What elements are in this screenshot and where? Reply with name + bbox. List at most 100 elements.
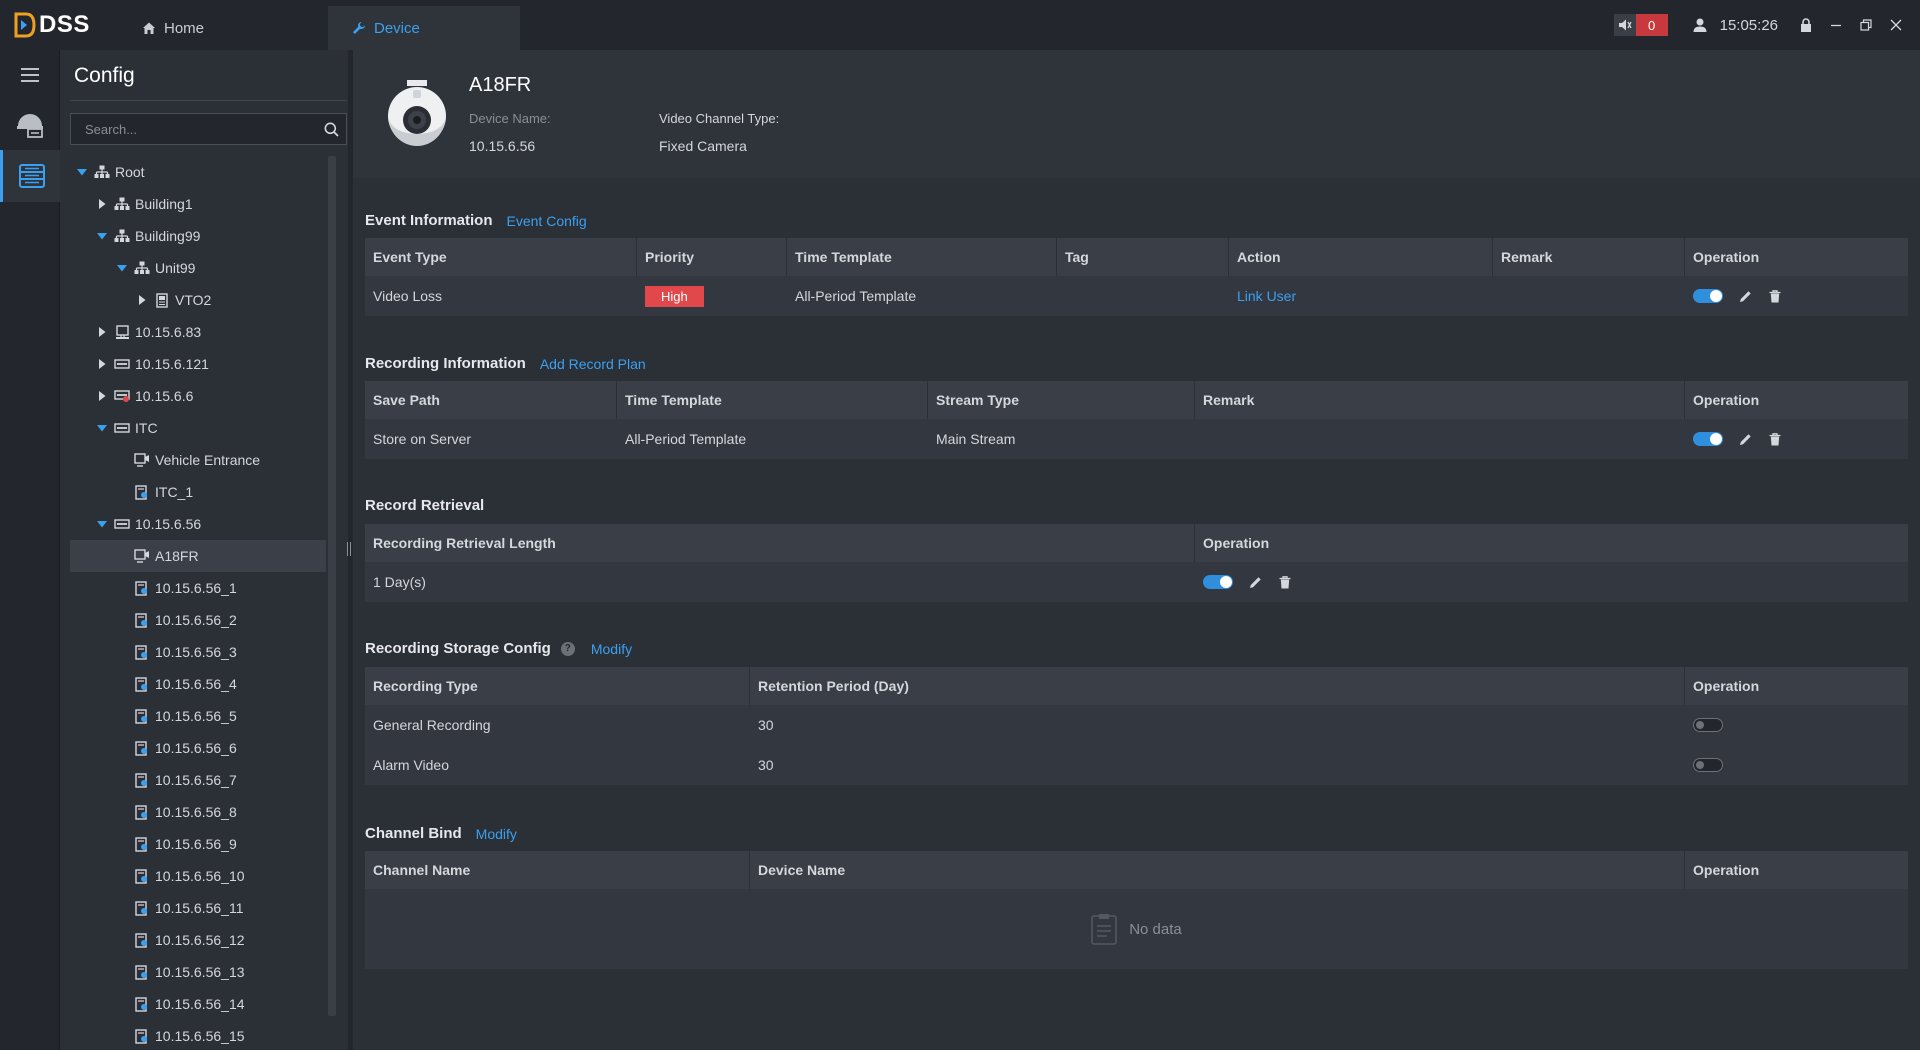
tree-node[interactable]: VTO2 (70, 284, 326, 316)
device-manager-icon[interactable] (0, 100, 60, 150)
tree-node-label: Building99 (135, 228, 201, 244)
collapse-arrow-icon[interactable] (96, 199, 108, 209)
tree-node[interactable]: 10.15.6.56_5 (70, 700, 326, 732)
restore-icon[interactable] (1852, 11, 1880, 39)
tree-node[interactable]: Unit99 (70, 252, 326, 284)
tree-node[interactable]: ITC_1 (70, 476, 326, 508)
enable-toggle[interactable] (1693, 718, 1723, 732)
enable-toggle[interactable] (1693, 289, 1723, 303)
tree-node[interactable]: 10.15.6.83 (70, 316, 326, 348)
delete-icon[interactable] (1767, 431, 1783, 447)
expand-arrow-icon[interactable] (116, 264, 128, 272)
alarm-indicator[interactable]: 0 (1613, 14, 1668, 36)
expand-arrow-icon[interactable] (76, 168, 88, 176)
tree-node[interactable]: 10.15.6.56_14 (70, 988, 326, 1020)
channel-icon (134, 484, 150, 500)
table-body: Video Loss High All-Period Template Link… (365, 276, 1908, 316)
channel-type-value: Fixed Camera (659, 138, 747, 154)
dss-logo-icon (14, 12, 36, 38)
operation-cell (1685, 419, 1908, 459)
tree-node[interactable]: 10.15.6.56_13 (70, 956, 326, 988)
tree-node[interactable]: 10.15.6.6 (70, 380, 326, 412)
config-nav-icon[interactable] (0, 150, 60, 202)
expand-arrow-icon[interactable] (96, 232, 108, 240)
user-icon[interactable] (1692, 17, 1708, 33)
expand-arrow-icon[interactable] (96, 424, 108, 432)
retrieval-length-cell: 1 Day(s) (373, 574, 426, 590)
table-header: Event Type Priority Time Template Tag Ac… (365, 238, 1908, 276)
collapse-arrow-icon[interactable] (96, 327, 108, 337)
logo-text: DSS (39, 11, 90, 38)
org-icon (114, 197, 130, 211)
speaker-mute-icon[interactable] (1613, 14, 1636, 36)
edit-icon[interactable] (1737, 288, 1753, 304)
table-body: Store on Server All-Period Template Main… (365, 419, 1908, 459)
link-user-link[interactable]: Link User (1237, 288, 1296, 304)
recording-type-cell: General Recording (373, 717, 491, 733)
empty-state: No data (365, 889, 1908, 969)
tree-node[interactable]: 10.15.6.56_1 (70, 572, 326, 604)
tree-node[interactable]: 10.15.6.56_9 (70, 828, 326, 860)
tab-device[interactable]: Device (328, 6, 520, 50)
add-record-plan-link[interactable]: Add Record Plan (540, 356, 646, 372)
delete-icon[interactable] (1767, 288, 1783, 304)
enable-toggle[interactable] (1693, 432, 1723, 446)
edit-icon[interactable] (1737, 431, 1753, 447)
tree-node-label: A18FR (155, 548, 199, 564)
tree-node[interactable]: 10.15.6.121 (70, 348, 326, 380)
channel-icon (134, 804, 150, 820)
tree-node[interactable]: Vehicle Entrance (70, 444, 326, 476)
col-remark: Remark (1493, 238, 1685, 276)
tree-node[interactable]: 10.15.6.56_6 (70, 732, 326, 764)
priority-cell: High (637, 276, 787, 316)
enable-toggle[interactable] (1203, 575, 1233, 589)
tab-home[interactable]: Home (118, 6, 318, 50)
tree-node[interactable]: 10.15.6.56_15 (70, 1020, 326, 1050)
menu-icon[interactable] (0, 50, 60, 100)
table-header: Channel Name Device Name Operation (365, 851, 1908, 889)
tree-scrollbar[interactable] (328, 156, 336, 1016)
delete-icon[interactable] (1277, 574, 1293, 590)
collapse-arrow-icon[interactable] (136, 295, 148, 305)
tree-node[interactable]: 10.15.6.56 (70, 508, 326, 540)
wrench-icon (352, 21, 366, 35)
help-icon[interactable]: ? (560, 641, 575, 656)
channel-bind-modify-link[interactable]: Modify (476, 826, 517, 842)
expand-arrow-icon[interactable] (96, 520, 108, 528)
channel-type-label: Video Channel Type: (659, 111, 780, 126)
tree-node[interactable]: ITC (70, 412, 326, 444)
tree-node[interactable]: 10.15.6.56_3 (70, 636, 326, 668)
enable-toggle[interactable] (1693, 758, 1723, 772)
tree-node-label: 10.15.6.56_5 (155, 708, 237, 724)
top-bar-right: 0 15:05:26 (1613, 0, 1920, 50)
tree-node[interactable]: 10.15.6.56_8 (70, 796, 326, 828)
tree-node[interactable]: Root (70, 156, 326, 188)
search-input[interactable] (71, 121, 316, 137)
tree-node[interactable]: 10.15.6.56_12 (70, 924, 326, 956)
edit-icon[interactable] (1247, 574, 1263, 590)
tree-node[interactable]: 10.15.6.56_7 (70, 764, 326, 796)
col-priority: Priority (637, 238, 787, 276)
tree-node[interactable]: 10.15.6.56_2 (70, 604, 326, 636)
search-icon[interactable] (316, 122, 346, 137)
close-icon[interactable] (1882, 11, 1910, 39)
splitter-grip[interactable] (347, 542, 351, 556)
tree-node[interactable]: 10.15.6.56_4 (70, 668, 326, 700)
collapse-arrow-icon[interactable] (96, 391, 108, 401)
tree-node[interactable]: Building1 (70, 188, 326, 220)
search-box (70, 113, 347, 145)
tree-node[interactable]: Building99 (70, 220, 326, 252)
col-operation: Operation (1693, 392, 1760, 408)
minimize-icon[interactable] (1822, 11, 1850, 39)
remark-cell (1195, 419, 1685, 459)
storage-modify-link[interactable]: Modify (591, 641, 632, 657)
tree-node[interactable]: 10.15.6.56_10 (70, 860, 326, 892)
tree-node[interactable]: 10.15.6.56_11 (70, 892, 326, 924)
tree-node-label: 10.15.6.56_15 (155, 1028, 245, 1044)
tree-node[interactable]: A18FR (70, 540, 326, 572)
collapse-arrow-icon[interactable] (96, 359, 108, 369)
org-icon (114, 229, 130, 243)
event-info-table: Event Type Priority Time Template Tag Ac… (365, 238, 1908, 316)
event-config-link[interactable]: Event Config (507, 213, 587, 229)
lock-icon[interactable] (1792, 11, 1820, 39)
